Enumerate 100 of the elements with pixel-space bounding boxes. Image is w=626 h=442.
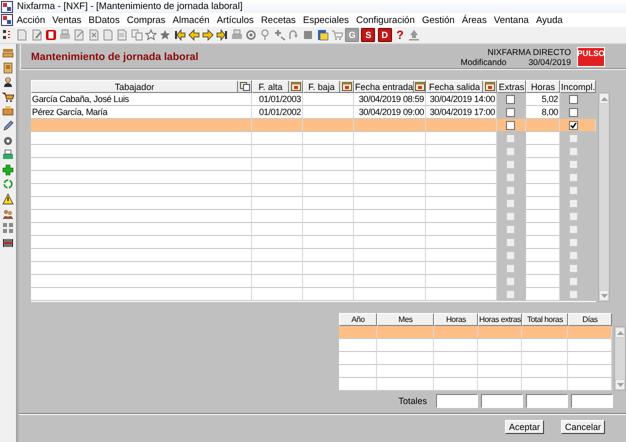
table-row[interactable] bbox=[339, 378, 612, 391]
totals-label: Totales bbox=[398, 396, 427, 406]
pin-icon[interactable] bbox=[259, 29, 272, 41]
document-icon[interactable] bbox=[116, 29, 128, 41]
arrow-right-icon[interactable] bbox=[202, 29, 214, 41]
table-cell: 8,00 bbox=[542, 107, 558, 117]
cart-icon[interactable] bbox=[2, 90, 14, 103]
table-row[interactable] bbox=[339, 339, 612, 352]
person-icon[interactable] bbox=[2, 76, 14, 88]
cancel-button[interactable]: Cancelar bbox=[560, 420, 605, 434]
box-icon[interactable] bbox=[2, 105, 14, 118]
table-cell: 01/01/2002 bbox=[258, 107, 301, 117]
column-header[interactable]: Horas extras bbox=[478, 313, 522, 326]
calendar-icon bbox=[290, 82, 300, 91]
column-button[interactable] bbox=[237, 81, 251, 92]
scroll-down-button[interactable] bbox=[615, 379, 625, 390]
document-icon[interactable] bbox=[102, 29, 114, 41]
column-button[interactable] bbox=[288, 81, 302, 92]
clipboard-icon[interactable] bbox=[316, 29, 329, 41]
upload-icon[interactable] bbox=[408, 29, 420, 41]
menu-item[interactable]: Ventana bbox=[490, 14, 532, 26]
letter-button[interactable]: S bbox=[361, 28, 376, 42]
total-field[interactable] bbox=[526, 394, 568, 408]
menu-item[interactable]: Compras bbox=[123, 14, 170, 26]
scroll-up-button[interactable] bbox=[615, 327, 625, 338]
date-label: 30/04/2019 bbox=[528, 56, 571, 66]
stop-icon[interactable] bbox=[44, 29, 57, 41]
total-field[interactable] bbox=[436, 394, 478, 408]
barcode-icon[interactable] bbox=[2, 236, 14, 249]
column-button[interactable] bbox=[482, 81, 496, 92]
table-row[interactable]: García Cabaña, José Luis 01/01/2003 30/04/2019 08:59 30/04/2019 14:00 5,02 bbox=[31, 93, 596, 106]
status-label: Modificando bbox=[460, 56, 506, 66]
menu-item[interactable]: Áreas bbox=[458, 14, 490, 26]
column-header[interactable]: Total horas bbox=[522, 313, 568, 326]
calendar-icon bbox=[484, 82, 494, 91]
square-icon[interactable] bbox=[302, 29, 314, 41]
table-cell: Pérez García, María bbox=[32, 107, 108, 117]
column-header[interactable]: Tabajador bbox=[31, 80, 252, 93]
caret-up-icon bbox=[600, 96, 608, 100]
help-button[interactable]: ? bbox=[394, 29, 406, 41]
table-cell: 5,02 bbox=[542, 94, 558, 104]
column-header[interactable]: Horas bbox=[526, 80, 560, 93]
checkbox[interactable] bbox=[569, 120, 578, 130]
delete-icon[interactable] bbox=[88, 29, 100, 41]
printer-icon[interactable] bbox=[2, 149, 14, 162]
menu-item[interactable]: BDatos bbox=[84, 14, 124, 26]
menu-item[interactable]: Ayuda bbox=[532, 14, 566, 26]
pencil-icon[interactable] bbox=[2, 120, 14, 132]
arrow-icon[interactable] bbox=[288, 29, 300, 41]
menu-item[interactable]: Ventas bbox=[48, 14, 85, 26]
edit-icon[interactable] bbox=[73, 29, 86, 41]
column-header[interactable]: Incompl. bbox=[560, 80, 596, 93]
column-button[interactable] bbox=[339, 81, 353, 92]
arrow-left-icon[interactable] bbox=[188, 29, 200, 41]
checkbox[interactable] bbox=[506, 120, 515, 130]
scroll-up-button[interactable] bbox=[599, 93, 609, 104]
table-cell: 01/01/2003 bbox=[258, 94, 301, 104]
last-icon[interactable] bbox=[216, 29, 228, 41]
star-outline-icon[interactable] bbox=[144, 29, 157, 41]
form-title: Mantenimiento de jornada laboral bbox=[31, 50, 200, 62]
column-header[interactable]: Fecha entrada bbox=[354, 80, 426, 93]
column-button[interactable] bbox=[413, 81, 425, 92]
table-row[interactable] bbox=[339, 365, 612, 378]
menu-item[interactable]: Especiales bbox=[299, 14, 353, 26]
letter-button[interactable]: D bbox=[378, 28, 392, 42]
checkbox[interactable] bbox=[506, 108, 515, 116]
first-icon[interactable] bbox=[174, 29, 186, 41]
address-book-icon[interactable] bbox=[2, 62, 14, 74]
edit-icon[interactable] bbox=[30, 29, 43, 41]
column-header[interactable]: Año bbox=[339, 313, 377, 326]
menu-item[interactable]: Recetas bbox=[257, 14, 300, 26]
menu-item[interactable]: Artículos bbox=[213, 14, 258, 26]
checkbox[interactable] bbox=[569, 94, 578, 104]
column-header[interactable]: Fecha salida bbox=[426, 80, 497, 93]
column-header[interactable]: Días bbox=[568, 313, 612, 326]
column-header[interactable]: F. baja bbox=[303, 80, 354, 93]
menu-item[interactable]: Almacén bbox=[169, 14, 214, 26]
star-icon[interactable] bbox=[159, 29, 172, 41]
column-header[interactable]: Horas bbox=[434, 313, 478, 326]
checkbox[interactable] bbox=[569, 108, 578, 116]
accept-button[interactable]: Aceptar bbox=[504, 420, 544, 434]
people-icon[interactable] bbox=[2, 208, 14, 220]
total-field[interactable] bbox=[481, 394, 523, 408]
checkbox[interactable] bbox=[506, 94, 515, 104]
plus-icon[interactable] bbox=[2, 164, 14, 176]
warning-icon[interactable] bbox=[2, 192, 14, 205]
column-header[interactable]: Extras bbox=[497, 80, 526, 93]
table-row[interactable] bbox=[339, 352, 612, 365]
scroll-down-button[interactable] bbox=[599, 290, 609, 301]
menu-item[interactable]: Gestión bbox=[418, 14, 458, 26]
menu-item[interactable]: Acción bbox=[13, 14, 49, 26]
caret-down-icon bbox=[616, 382, 624, 386]
column-header[interactable]: Mes bbox=[377, 313, 434, 326]
copy-icon[interactable] bbox=[130, 29, 143, 41]
total-field[interactable] bbox=[571, 394, 613, 408]
app-icon[interactable] bbox=[1, 14, 13, 26]
column-header[interactable]: F. alta bbox=[252, 80, 303, 93]
menu-item[interactable]: Configuración bbox=[352, 14, 418, 26]
plus-icon[interactable] bbox=[274, 29, 286, 41]
stack-icon[interactable] bbox=[2, 47, 14, 59]
